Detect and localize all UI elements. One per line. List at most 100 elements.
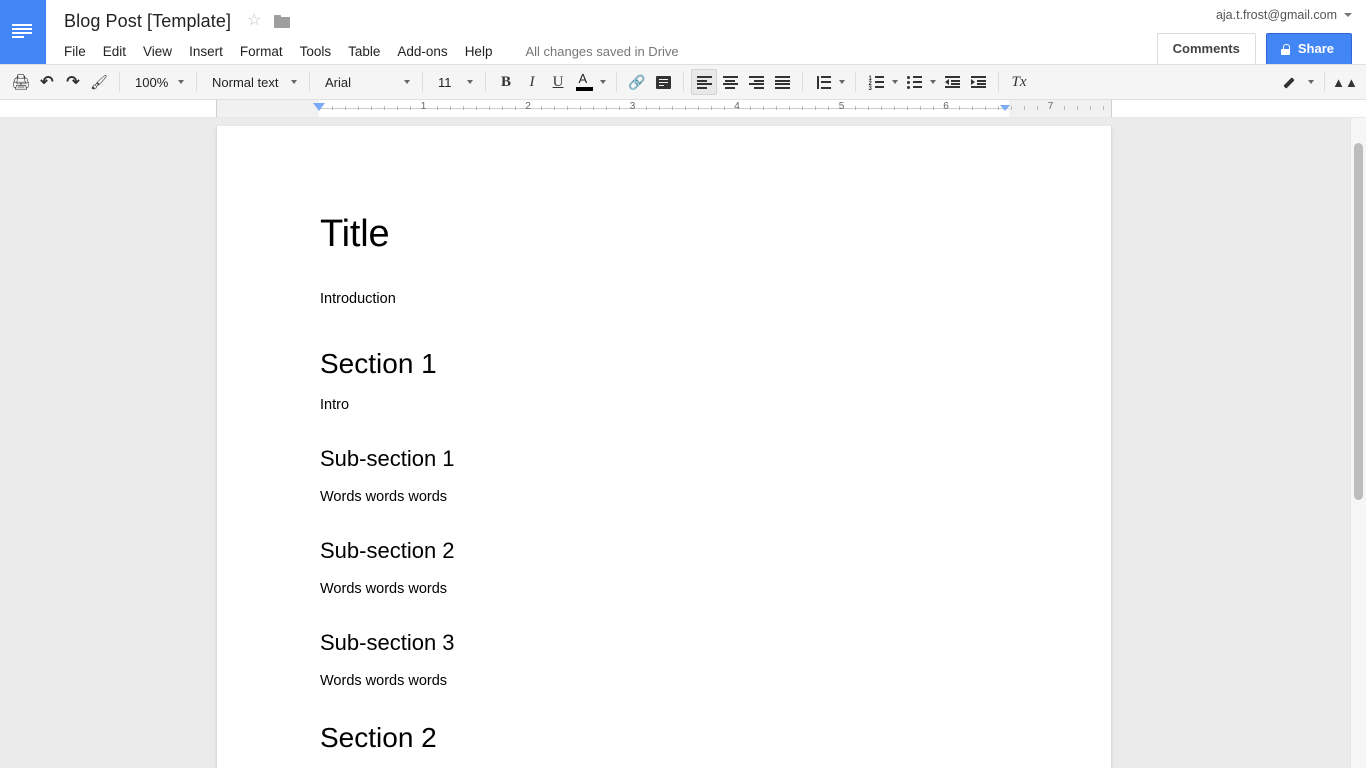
increase-indent-icon[interactable] (965, 69, 991, 95)
account-menu[interactable]: aja.t.frost@gmail.com (1216, 6, 1352, 24)
document-body[interactable]: Title Introduction Section 1 Intro Sub-s… (217, 126, 1111, 755)
align-left-icon[interactable] (691, 69, 717, 95)
clear-formatting-label: Tx (1011, 73, 1027, 90)
ruler-tick (815, 106, 817, 110)
line-spacing-icon[interactable] (810, 69, 836, 95)
ruler-tick (606, 106, 608, 110)
redo-icon[interactable]: ↷ (60, 69, 86, 95)
undo-icon[interactable]: ↶ (34, 69, 60, 95)
chevron-down-icon (288, 69, 300, 95)
double-chevron-up-icon[interactable]: ▲▲ (1332, 69, 1358, 95)
chevron-down-icon[interactable] (927, 69, 939, 95)
text-color-button[interactable]: A (571, 69, 597, 95)
ruler-tick (906, 106, 908, 110)
numbered-list-icon[interactable]: 123 (863, 69, 889, 95)
docs-logo-glyph (12, 21, 34, 43)
ruler-tick (541, 106, 543, 110)
ruler-number-7: 7 (1047, 101, 1054, 112)
toolbar-separator (998, 72, 999, 92)
italic-button[interactable]: I (519, 69, 545, 95)
vertical-scrollbar[interactable] (1350, 118, 1366, 768)
doc-block-heading-sub-section-2[interactable]: Sub-section 2 (320, 537, 1008, 565)
toolbar-separator (309, 72, 310, 92)
ruler-tick (332, 106, 334, 110)
ruler-tick (1037, 106, 1039, 110)
ruler-track[interactable]: 1 2 3 4 5 6 7 (216, 100, 1112, 117)
doc-block-paragraph[interactable]: Introduction (320, 289, 1008, 309)
underline-button[interactable]: U (545, 69, 571, 95)
ruler[interactable]: 1 2 3 4 5 6 7 (0, 100, 1366, 118)
doc-block-heading-section-1[interactable]: Section 1 (320, 347, 1008, 381)
font-family-select[interactable]: Arial (317, 69, 415, 95)
ruler-tick (580, 106, 582, 110)
ruler-tick (371, 106, 373, 110)
doc-block-heading-sub-section-1[interactable]: Sub-section 1 (320, 445, 1008, 473)
toolbar-separator (485, 72, 486, 92)
print-icon[interactable]: 🖨 (8, 69, 34, 95)
paint-format-icon[interactable]: 🖌 (86, 69, 112, 95)
doc-block-paragraph[interactable]: Words words words (320, 487, 1008, 507)
ruler-tick (723, 106, 725, 110)
chevron-down-icon[interactable] (1305, 69, 1317, 95)
menu-item-addons[interactable]: Add-ons (397, 42, 457, 61)
ruler-tick (1076, 106, 1078, 110)
document-canvas[interactable]: Title Introduction Section 1 Intro Sub-s… (0, 118, 1366, 768)
document-title[interactable]: Blog Post [Template] (64, 10, 231, 32)
chevron-down-icon[interactable] (597, 69, 609, 95)
ruler-tick (697, 106, 699, 110)
menu-item-format[interactable]: Format (240, 42, 293, 61)
link-icon[interactable]: 🔗 (624, 69, 650, 95)
docs-logo-icon[interactable] (0, 0, 46, 64)
decrease-indent-icon[interactable] (939, 69, 965, 95)
menu-item-edit[interactable]: Edit (103, 42, 136, 61)
doc-block-paragraph[interactable]: Words words words (320, 671, 1008, 691)
ruler-tick (554, 106, 556, 110)
comments-button[interactable]: Comments (1156, 33, 1256, 65)
align-right-icon[interactable] (743, 69, 769, 95)
document-page[interactable]: Title Introduction Section 1 Intro Sub-s… (216, 126, 1112, 768)
doc-block-heading-section-2[interactable]: Section 2 (320, 721, 1008, 755)
save-status-text: All changes saved in Drive (525, 43, 679, 59)
zoom-select[interactable]: 100% (127, 69, 189, 95)
ruler-number-5: 5 (838, 101, 845, 112)
lock-icon (1280, 43, 1290, 55)
star-icon[interactable]: ☆ (247, 13, 261, 29)
ruler-tick (567, 106, 569, 110)
menu-item-table[interactable]: Table (348, 42, 390, 61)
toolbar-group-file-actions: 🖨 ↶ ↷ 🖌 (8, 68, 112, 96)
toolbar-right-cluster: ▲▲ (1279, 69, 1358, 95)
doc-block-paragraph[interactable]: Intro (320, 395, 1008, 415)
ruler-tick (959, 106, 961, 110)
menu-item-insert[interactable]: Insert (189, 42, 233, 61)
menu-item-file[interactable]: File (64, 42, 96, 61)
paragraph-style-select[interactable]: Normal text (204, 69, 302, 95)
menu-item-view[interactable]: View (143, 42, 182, 61)
doc-block-title[interactable]: Title (320, 211, 1008, 257)
add-comment-icon[interactable] (650, 69, 676, 95)
text-color-swatch (575, 87, 593, 91)
right-indent-marker[interactable] (1000, 105, 1010, 111)
left-indent-marker[interactable] (313, 103, 325, 111)
ruler-number-6: 6 (943, 101, 949, 112)
ruler-tick (345, 106, 347, 110)
doc-block-paragraph[interactable]: Words words words (320, 579, 1008, 599)
chevron-down-icon[interactable] (836, 69, 848, 95)
folder-icon[interactable] (274, 14, 291, 28)
align-center-icon[interactable] (717, 69, 743, 95)
font-size-select[interactable]: 11 (430, 69, 478, 95)
clear-formatting-icon[interactable]: Tx (1006, 69, 1032, 95)
share-button[interactable]: Share (1265, 33, 1352, 65)
pencil-icon[interactable] (1279, 69, 1305, 95)
menu-item-help[interactable]: Help (465, 42, 503, 61)
doc-block-heading-sub-section-3[interactable]: Sub-section 3 (320, 629, 1008, 657)
bold-button[interactable]: B (493, 69, 519, 95)
ruler-tick (776, 106, 778, 110)
align-justify-icon[interactable] (769, 69, 795, 95)
chevron-down-icon[interactable] (889, 69, 901, 95)
ruler-tick (449, 106, 451, 110)
vertical-scroll-thumb[interactable] (1354, 143, 1363, 500)
menu-item-tools[interactable]: Tools (300, 42, 342, 61)
bulleted-list-icon[interactable] (901, 69, 927, 95)
toolbar-group-line-spacing (810, 68, 848, 96)
